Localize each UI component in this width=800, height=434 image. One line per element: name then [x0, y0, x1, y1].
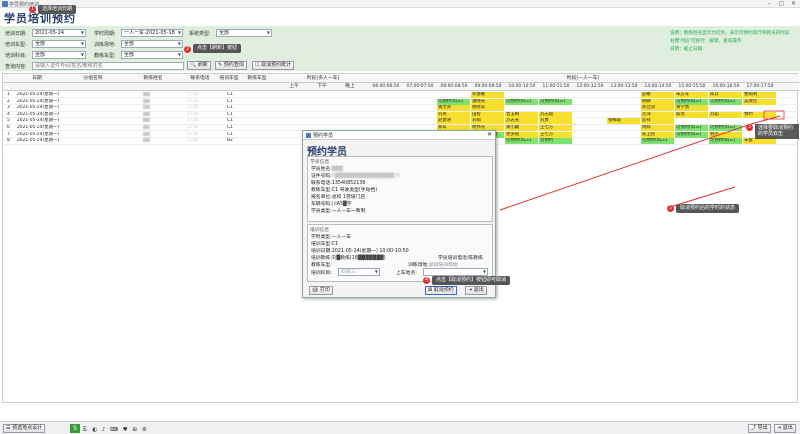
annotation-arrows — [499, 110, 785, 211]
ime-icon[interactable]: S — [70, 424, 80, 433]
location-design-button[interactable]: ☰ 预选地点设计 — [3, 424, 46, 433]
ime-toolbar-icons[interactable]: 五 ◐ ♪ ⌨ ♥ ⊞ ⚙ — [82, 425, 148, 433]
arrow-3 — [499, 124, 749, 211]
export-icon: ⤴ — [751, 425, 757, 431]
footer-bar: ☰ 预选地点设计 S 五 ◐ ♪ ⌨ ♥ ⊞ ⚙ ⤴ 导出 ⇥ 退出 — [0, 421, 800, 434]
export-button[interactable]: ⤴ 导出 — [748, 424, 771, 433]
list-icon: ☰ — [6, 425, 11, 431]
exit-icon: ⇥ — [777, 425, 782, 431]
exit-button[interactable]: ⇥ 退出 — [774, 424, 796, 433]
arrow-5 — [669, 186, 736, 208]
